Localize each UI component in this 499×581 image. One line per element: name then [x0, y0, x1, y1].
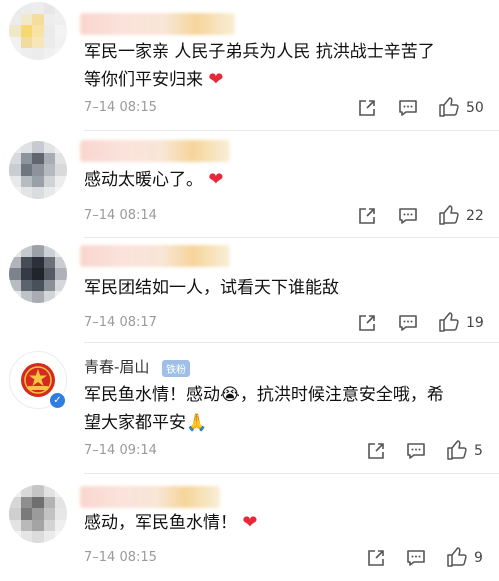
avatar[interactable] [9, 245, 67, 303]
comment-icon[interactable] [398, 313, 418, 333]
username[interactable] [80, 140, 230, 162]
comment-icon[interactable] [398, 98, 418, 118]
heart-icon: ❤ [208, 69, 224, 90]
like-count: 5 [474, 443, 483, 459]
share-icon[interactable] [357, 206, 377, 226]
avatar[interactable] [9, 485, 67, 543]
thumbs-up-icon[interactable] [438, 311, 460, 333]
timestamp: 7–14 08:15 [84, 100, 157, 115]
comment-text: 感动太暖心了。 ❤ [84, 169, 224, 190]
timestamp: 7–14 08:14 [84, 208, 157, 223]
heart-icon: ❤ [208, 169, 224, 190]
username[interactable] [80, 13, 235, 35]
timestamp: 7–14 08:15 [84, 550, 157, 565]
thumbs-up-icon[interactable] [446, 546, 468, 568]
thumbs-up-icon[interactable] [438, 204, 460, 226]
comment-text: 军民一家亲 人民子弟兵为人民 抗洪战士辛苦了 等你们平安归来 ❤ [84, 42, 435, 90]
username[interactable] [80, 245, 230, 267]
thumbs-up-icon[interactable] [446, 439, 468, 461]
verified-badge: ✓ [48, 391, 67, 410]
share-icon[interactable] [366, 548, 386, 568]
avatar[interactable] [9, 2, 67, 60]
comment-item: 感动太暖心了。 ❤ 7–14 08:14 22 [0, 131, 499, 238]
praying-hands-icon: 🙏 [186, 413, 208, 433]
comment-text: 军民鱼水情！感动😭，抗洪时候注意安全哦，希 望大家都平安🙏 [84, 385, 444, 433]
thumbs-up-icon[interactable] [438, 96, 460, 118]
timestamp: 7–14 09:14 [84, 443, 157, 458]
comment-item: 感动，军民鱼水情！ ❤ 7–14 08:15 9 [0, 473, 499, 581]
comment-item: 军民团结如一人，试看天下谁能敌 7–14 08:17 19 [0, 237, 499, 343]
fan-tag: 铁粉 [162, 360, 190, 377]
like-count: 22 [466, 208, 484, 224]
comment-icon[interactable] [406, 548, 426, 568]
comment-icon[interactable] [406, 441, 426, 461]
crying-face-icon: 😭 [220, 385, 240, 405]
comment-text: 感动，军民鱼水情！ ❤ [84, 512, 258, 533]
comment-text: 军民团结如一人，试看天下谁能敌 [84, 278, 339, 298]
comment-icon[interactable] [398, 206, 418, 226]
like-count: 50 [466, 100, 484, 116]
heart-icon: ❤ [242, 512, 258, 533]
like-count: 9 [474, 550, 483, 566]
like-count: 19 [466, 315, 484, 331]
comment-item: 军民一家亲 人民子弟兵为人民 抗洪战士辛苦了 等你们平安归来 ❤ 7–14 08… [0, 0, 499, 131]
share-icon[interactable] [357, 313, 377, 333]
comment-item: ✓ 青春-眉山 铁粉 军民鱼水情！感动😭，抗洪时候注意安全哦，希 望大家都平安🙏… [0, 342, 499, 474]
username[interactable] [80, 486, 220, 508]
share-icon[interactable] [366, 441, 386, 461]
share-icon[interactable] [357, 98, 377, 118]
avatar[interactable] [9, 141, 67, 199]
timestamp: 7–14 08:17 [84, 315, 157, 330]
username[interactable]: 青春-眉山 [84, 356, 149, 377]
